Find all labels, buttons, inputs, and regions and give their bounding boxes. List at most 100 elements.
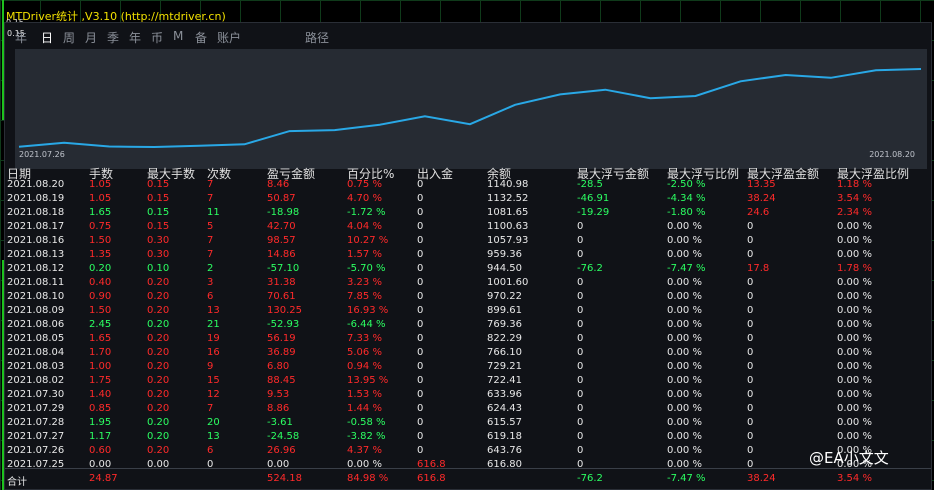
table-row[interactable]: 2021.08.19 1.05 0.15 7 50.87 4.70 % 0 1132.52 -4… [5, 192, 931, 206]
chart-end-date: 2021.08.20 [869, 150, 915, 159]
period-tab[interactable]: 月 [85, 29, 97, 46]
chart-start-date: 2021.07.26 [19, 150, 65, 159]
table-row[interactable]: 2021.08.04 1.70 0.20 16 36.89 5.06 % 0 766.10 0 0… [5, 346, 931, 360]
table-row[interactable]: 2021.08.03 1.00 0.20 9 6.80 0.94 % 0 729.21 0 0.0… [5, 360, 931, 374]
table-cell: 2.45 [89, 319, 112, 330]
table-cell: -0.58 % [347, 417, 386, 428]
table-cell: 0 [417, 431, 424, 442]
table-cell: 0 [577, 221, 584, 232]
table-cell: 5.06 % [347, 347, 382, 358]
table-cell: 643.76 [487, 445, 522, 456]
table-cell: 1100.63 [487, 221, 529, 232]
total-cell: 3.54 % [837, 473, 872, 484]
table-cell: 0.00 % [667, 347, 702, 358]
period-tab[interactable]: M [173, 29, 183, 43]
period-tab[interactable]: 季 [107, 29, 119, 46]
table-cell: 7 [207, 249, 214, 260]
table-cell: 88.45 [267, 375, 296, 386]
period-tab[interactable]: 周 [63, 29, 75, 46]
table-cell: 6.80 [267, 361, 290, 372]
table-row[interactable]: 2021.08.18 1.65 0.15 11 -18.98 -1.72 % 0 1081.6… [5, 206, 931, 220]
table-row[interactable]: 2021.08.13 1.35 0.30 7 14.86 1.57 % 0 959.36 0 0.… [5, 248, 931, 262]
table-cell: 1140.98 [487, 179, 529, 190]
table-cell: 822.29 [487, 333, 522, 344]
table-row[interactable]: 2021.07.30 1.40 0.20 12 9.53 1.53 % 0 633.96 0 0.… [5, 388, 931, 402]
table-cell: 0.85 [89, 403, 112, 414]
total-cell: -7.47 % [667, 473, 706, 484]
table-cell: 50.87 [267, 193, 296, 204]
table-cell: 0.20 [147, 445, 170, 456]
table-cell: 20 [207, 417, 220, 428]
table-cell: 633.96 [487, 389, 522, 400]
table-cell: 3.54 % [837, 193, 872, 204]
table-cell: 2021.08.06 [7, 319, 65, 330]
table-cell: 8.86 [267, 403, 290, 414]
table-cell: 0 [577, 417, 584, 428]
table-row[interactable]: 2021.08.06 2.45 0.20 21 -52.93 -6.44 % 0 769.36… [5, 318, 931, 332]
table-cell: 2.34 % [837, 207, 872, 218]
table-cell: 1.78 % [837, 263, 872, 274]
table-row[interactable]: 2021.07.29 0.85 0.20 7 8.86 1.44 % 0 624.43 0 0.0… [5, 402, 931, 416]
table-cell: 944.50 [487, 263, 522, 274]
period-tab[interactable]: 账户 [217, 29, 241, 46]
table-cell: 1.05 [89, 179, 112, 190]
period-tab[interactable]: 币 [151, 29, 163, 46]
table-cell: 0 [747, 249, 754, 260]
table-cell: -4.34 % [667, 193, 706, 204]
table-row[interactable]: 2021.07.28 1.95 0.20 20 -3.61 -0.58 % 0 615.57 0… [5, 416, 931, 430]
table-cell: 1.50 [89, 305, 112, 316]
table-cell: 0.15 [147, 193, 170, 204]
table-cell: 0.00 % [667, 403, 702, 414]
table-cell: 5 [207, 221, 214, 232]
table-cell: 0 [747, 431, 754, 442]
table-row[interactable]: 2021.08.11 0.40 0.20 3 31.38 3.23 % 0 1001.60 0 0… [5, 276, 931, 290]
table-cell: 615.57 [487, 417, 522, 428]
table-cell: -18.98 [267, 207, 300, 218]
period-tab[interactable]: 年 [129, 29, 141, 46]
table-row[interactable]: 2021.08.17 0.75 0.15 5 42.70 4.04 % 0 1100.63 0 0… [5, 220, 931, 234]
period-tab[interactable]: 备 [195, 29, 207, 46]
table-row[interactable]: 2021.08.10 0.90 0.20 6 70.61 7.85 % 0 970.22 0 0.… [5, 290, 931, 304]
table-cell: 1.17 [89, 431, 112, 442]
table-cell: 0.00 % [837, 221, 872, 232]
table-cell: 1.75 [89, 375, 112, 386]
period-tab[interactable]: 日 [41, 29, 53, 46]
table-cell: -52.93 [267, 319, 300, 330]
period-tab[interactable]: 路径 [305, 29, 329, 46]
table-cell: 16.93 % [347, 305, 389, 316]
table-cell: 2021.08.02 [7, 375, 65, 386]
table-cell: 0.00 % [837, 347, 872, 358]
table-row[interactable]: 2021.08.05 1.65 0.20 19 56.19 7.33 % 0 822.29 0 0… [5, 332, 931, 346]
table-cell: 0 [417, 207, 424, 218]
table-cell: 1.05 [89, 193, 112, 204]
table-cell: 4.70 % [347, 193, 382, 204]
table-cell: 13.95 % [347, 375, 389, 386]
table-row[interactable]: 2021.07.27 1.17 0.20 13 -24.58 -3.82 % 0 619.18… [5, 430, 931, 444]
table-cell: 0.00 % [667, 417, 702, 428]
table-cell: 0 [747, 221, 754, 232]
period-tabs: 年日周月季年币 M 备账户 路径 [5, 27, 345, 49]
table-row[interactable]: 2021.08.09 1.50 0.20 13 130.25 16.93 % 0 899.61… [5, 304, 931, 318]
table-cell: 2021.08.20 [7, 179, 65, 190]
table-cell: 0 [747, 305, 754, 316]
table-cell: -57.10 [267, 263, 300, 274]
table-cell: 0.00 % [837, 235, 872, 246]
table-cell: 36.89 [267, 347, 296, 358]
period-tab[interactable]: 年 [15, 29, 27, 46]
table-cell: 2021.08.10 [7, 291, 65, 302]
table-cell: 11 [207, 207, 220, 218]
table-cell: -2.50 % [667, 179, 706, 190]
table-row[interactable]: 2021.08.20 1.05 0.15 7 8.46 0.75 % 0 1140.98 -28… [5, 178, 931, 192]
table-cell: 0 [747, 375, 754, 386]
table-cell: 1.53 % [347, 389, 382, 400]
table-cell: 0.90 [89, 291, 112, 302]
table-row[interactable]: 2021.07.26 0.60 0.20 6 26.96 4.37 % 0 643.76 0 0.… [5, 444, 931, 458]
table-cell: 1.40 [89, 389, 112, 400]
table-row[interactable]: 2021.08.02 1.75 0.20 15 88.45 13.95 % 0 722.41 0… [5, 374, 931, 388]
table-row[interactable]: 2021.08.12 0.20 0.10 2 -57.10 -5.70 % 0 944.50 -… [5, 262, 931, 276]
table-cell: 0.00 % [837, 277, 872, 288]
table-cell: 14.86 [267, 249, 296, 260]
table-cell: 2021.08.04 [7, 347, 65, 358]
table-row[interactable]: 2021.08.16 1.50 0.30 7 98.57 10.27 % 0 1057.93 0… [5, 234, 931, 248]
table-cell: 0 [417, 417, 424, 428]
